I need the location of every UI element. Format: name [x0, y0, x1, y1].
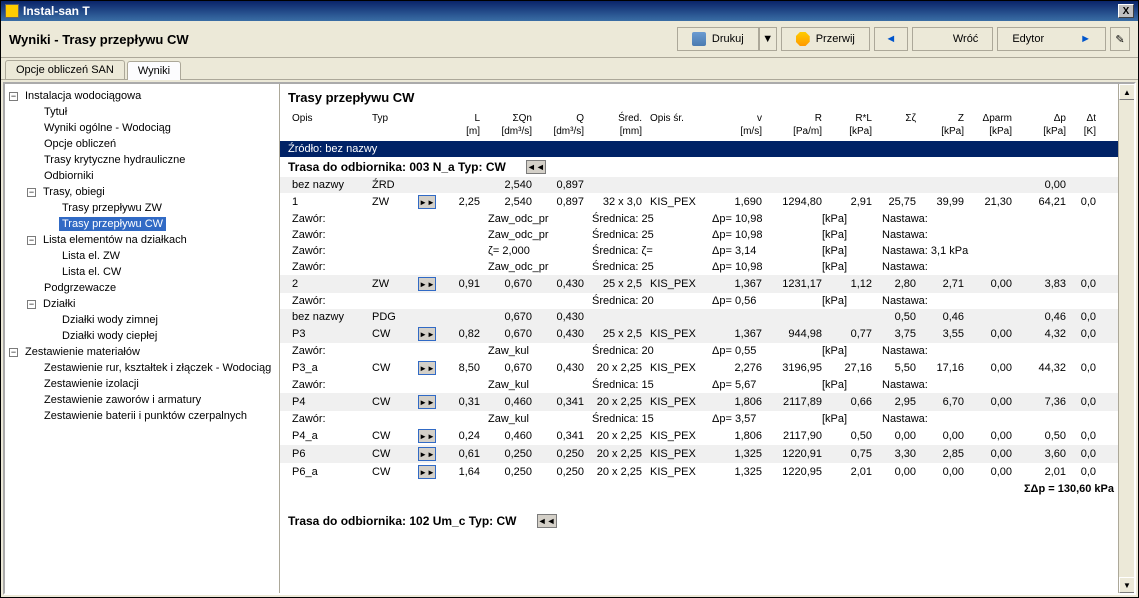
collapse-button[interactable]: ◄◄ [526, 160, 546, 174]
back-button[interactable]: ◄ [874, 27, 908, 51]
group-header-1: Trasa do odbiornika: 003 N_a Typ: CW ◄◄ [280, 157, 1134, 177]
tabs: Opcje obliczeń SAN Wyniki [1, 60, 1138, 80]
stop-icon [796, 32, 810, 46]
valve-row: Zawór:Zaw_odc_prŚrednica: 25Δp= 10,98[kP… [280, 259, 1134, 275]
wroc-button[interactable]: Wróć [912, 27, 993, 51]
editor-button[interactable]: Edytor► [997, 27, 1106, 51]
tab-opcje[interactable]: Opcje obliczeń SAN [5, 60, 125, 79]
data-row: P4_aCW►►0,240,4600,34120 x 2,25KIS_PEX1,… [280, 427, 1134, 445]
print-icon [692, 32, 706, 46]
data-panel: Trasy przepływu CW Opis Typ L ΣQn Q Śred… [280, 84, 1134, 593]
extra-button[interactable]: ✎ [1110, 27, 1130, 51]
tree-toggle[interactable]: − [9, 348, 18, 357]
expand-button[interactable]: ►► [418, 447, 436, 461]
expand-button[interactable]: ►► [418, 429, 436, 443]
expand-button[interactable]: ►► [418, 327, 436, 341]
vertical-scrollbar[interactable]: ▲ ▼ [1118, 84, 1134, 593]
data-row: P3_aCW►►8,500,6700,43020 x 2,25KIS_PEX2,… [280, 359, 1134, 377]
collapse-button[interactable]: ◄◄ [537, 514, 557, 528]
tree-toggle[interactable]: − [27, 300, 36, 309]
stop-button[interactable]: Przerwij [781, 27, 870, 51]
arrow-left-icon: ◄ [885, 33, 896, 45]
column-headers: Opis Typ L ΣQn Q Śred. Opis śr. v R R*L … [280, 111, 1134, 126]
scroll-down-button[interactable]: ▼ [1119, 577, 1134, 593]
tree-zest-rur[interactable]: Zestawienie rur, kształtek i złączek - W… [41, 361, 274, 375]
tree-trasy-krytyczne[interactable]: Trasy krytyczne hydrauliczne [41, 153, 188, 167]
expand-button[interactable]: ►► [418, 361, 436, 375]
titlebar: Instal-san T X [1, 1, 1138, 21]
tree-root-instalacja[interactable]: Instalacja wodociągowa [22, 89, 144, 103]
expand-button[interactable]: ►► [418, 277, 436, 291]
sum-row: ΣΔp = 130,60 kPa [280, 481, 1134, 497]
column-units: [m] [dm³/s] [dm³/s] [mm] [m/s] [Pa/m] [k… [280, 126, 1134, 141]
data-row: P6_aCW►►1,640,2500,25020 x 2,25KIS_PEX1,… [280, 463, 1134, 481]
tree-dzialki-zimnej[interactable]: Działki wody zimnej [59, 313, 161, 327]
data-row: bez nazwyPDG0,6700,4300,500,460,460,0 [280, 309, 1134, 325]
valve-row: Zawór:Zaw_kulŚrednica: 20Δp= 0,55[kPa]Na… [280, 343, 1134, 359]
valve-row: Zawór:Zaw_kulŚrednica: 15Δp= 5,67[kPa]Na… [280, 377, 1134, 393]
app-icon [5, 4, 19, 18]
tree-panel: −Instalacja wodociągowa Tytuł Wyniki ogó… [5, 84, 280, 593]
tree-dzialki[interactable]: Działki [40, 297, 78, 311]
tab-wyniki[interactable]: Wyniki [127, 61, 181, 80]
page-title: Wyniki - Trasy przepływu CW [9, 32, 673, 47]
tree-toggle[interactable]: − [27, 236, 36, 245]
tree-tytul[interactable]: Tytuł [41, 105, 70, 119]
tree-toggle[interactable]: − [27, 188, 36, 197]
arrow-right-icon: ► [1080, 33, 1091, 45]
tree-zest-izolacji[interactable]: Zestawienie izolacji [41, 377, 142, 391]
data-row: P6CW►►0,610,2500,25020 x 2,25KIS_PEX1,32… [280, 445, 1134, 463]
tree-lista-elementow[interactable]: Lista elementów na działkach [40, 233, 190, 247]
expand-button[interactable]: ►► [418, 395, 436, 409]
toolbar: Wyniki - Trasy przepływu CW Drukuj ▼ Prz… [1, 21, 1138, 58]
tree-podgrzewacze[interactable]: Podgrzewacze [41, 281, 119, 295]
data-row: P4CW►►0,310,4600,34120 x 2,25KIS_PEX1,80… [280, 393, 1134, 411]
tree-trasy-zw[interactable]: Trasy przepływu ZW [59, 201, 165, 215]
tree-odbiorniki[interactable]: Odbiorniki [41, 169, 97, 183]
tree-dzialki-cieplej[interactable]: Działki wody ciepłej [59, 329, 160, 343]
source-bar: Źródło: bez nazwy [280, 141, 1134, 157]
tree-zest-zaworow[interactable]: Zestawienie zaworów i armatury [41, 393, 204, 407]
tree-lista-zw[interactable]: Lista el. ZW [59, 249, 123, 263]
tree-toggle[interactable]: − [9, 92, 18, 101]
expand-button[interactable]: ►► [418, 195, 436, 209]
expand-button[interactable]: ►► [418, 465, 436, 479]
print-dropdown[interactable]: ▼ [759, 27, 777, 51]
print-button[interactable]: Drukuj [677, 27, 759, 51]
group-header-2: Trasa do odbiornika: 102 Um_c Typ: CW ◄◄ [280, 511, 1134, 531]
data-row: 2ZW►►0,910,6700,43025 x 2,5KIS_PEX1,3671… [280, 275, 1134, 293]
tree-trasy-cw[interactable]: Trasy przepływu CW [59, 217, 166, 231]
tree-lista-cw[interactable]: Lista el. CW [59, 265, 124, 279]
tree-opcje[interactable]: Opcje obliczeń [41, 137, 119, 151]
tree-root-zestawienie[interactable]: Zestawienie materiałów [22, 345, 143, 359]
valve-row: Zawór:Zaw_kulŚrednica: 15Δp= 3,57[kPa]Na… [280, 411, 1134, 427]
data-row: P3CW►►0,820,6700,43025 x 2,5KIS_PEX1,367… [280, 325, 1134, 343]
valve-row: Zawór:Zaw_odc_prŚrednica: 25Δp= 10,98[kP… [280, 227, 1134, 243]
data-row: 1ZW►►2,252,5400,89732 x 3,0KIS_PEX1,6901… [280, 193, 1134, 211]
tree-trasy-obiegi[interactable]: Trasy, obiegi [40, 185, 108, 199]
tree-wyniki-ogolne[interactable]: Wyniki ogólne - Wodociąg [41, 121, 174, 135]
data-row: bez nazwyŹRD2,5400,8970,00 [280, 177, 1134, 193]
data-title: Trasy przepływu CW [280, 84, 1134, 111]
valve-row: Zawór:Średnica: 20Δp= 0,56[kPa]Nastawa: [280, 293, 1134, 309]
scroll-up-button[interactable]: ▲ [1119, 84, 1134, 100]
valve-row: Zawór:ζ= 2,000Średnica: ζ=Δp= 3,14[kPa]N… [280, 243, 1134, 259]
window-title: Instal-san T [23, 4, 1118, 18]
close-button[interactable]: X [1118, 4, 1134, 18]
tree-zest-baterii[interactable]: Zestawienie baterii i punktów czerpalnyc… [41, 409, 250, 423]
valve-row: Zawór:Zaw_odc_prŚrednica: 25Δp= 10,98[kP… [280, 211, 1134, 227]
